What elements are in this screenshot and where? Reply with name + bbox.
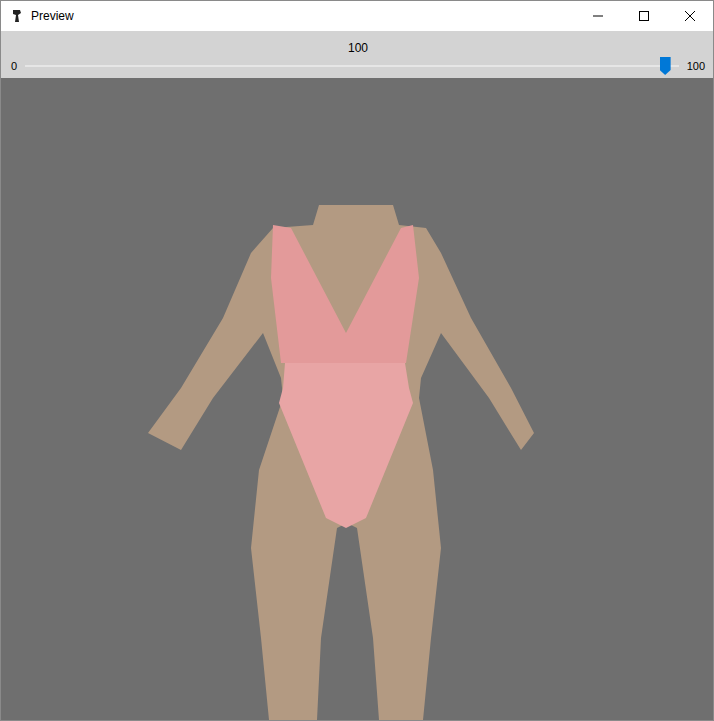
slider-min-label: 0 <box>11 59 17 73</box>
slider-max-label: 100 <box>687 59 705 73</box>
slider-row: 0 100 <box>11 57 705 75</box>
slider-panel: 100 0 100 <box>1 31 713 78</box>
title-bar: Preview <box>1 1 713 31</box>
minimize-icon <box>593 11 603 21</box>
close-button[interactable] <box>667 1 713 31</box>
model-render-icon <box>1 78 713 720</box>
slider-track[interactable] <box>25 57 679 75</box>
close-icon <box>685 11 695 21</box>
maximize-icon <box>639 11 649 21</box>
preview-window: Preview 100 0 100 <box>0 0 714 721</box>
slider-thumb[interactable] <box>660 57 671 75</box>
slider-value: 100 <box>11 41 705 55</box>
maximize-button[interactable] <box>621 1 667 31</box>
window-title: Preview <box>31 9 575 23</box>
render-viewport[interactable] <box>1 78 713 720</box>
slider-track-line <box>25 65 679 67</box>
app-icon <box>11 9 23 23</box>
minimize-button[interactable] <box>575 1 621 31</box>
